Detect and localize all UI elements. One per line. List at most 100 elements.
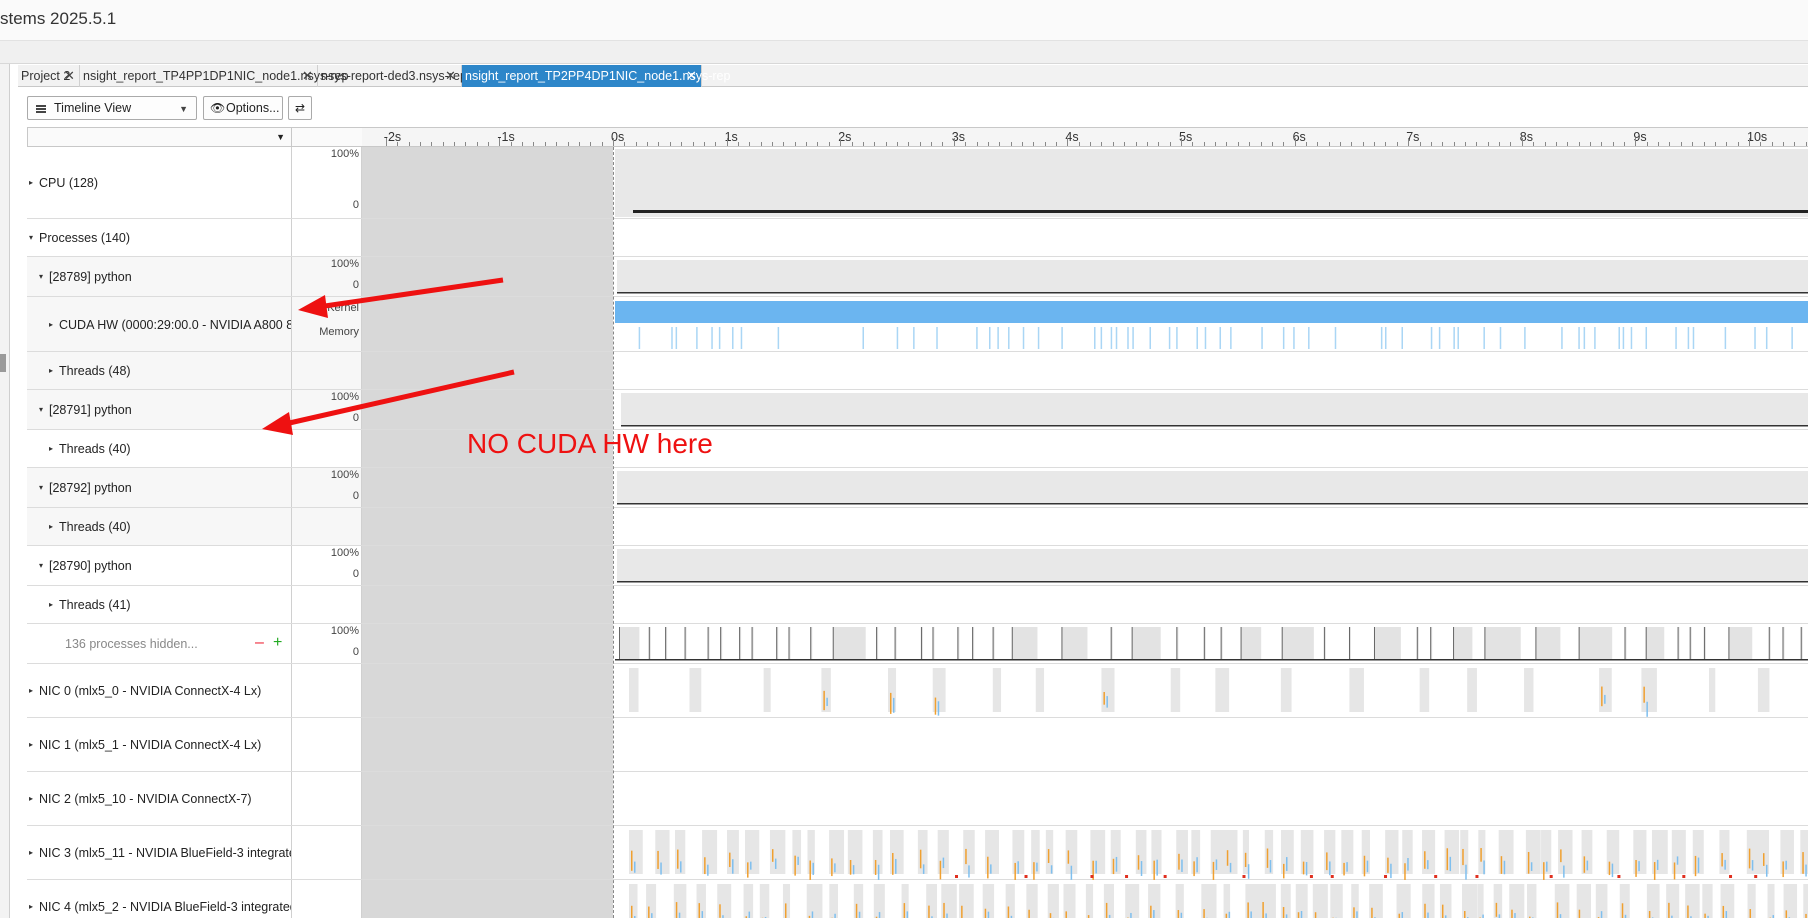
expand-arrow-icon[interactable]: ▸ <box>29 848 33 857</box>
swap-icon[interactable]: ⇄ <box>288 96 312 120</box>
ruler-tick <box>1215 142 1217 146</box>
collapse-arrow-icon[interactable]: ▾ <box>29 233 33 242</box>
ruler-tick <box>1544 142 1546 146</box>
nic-receive-mark <box>1390 863 1392 879</box>
timeline-row-p28789[interactable]: ▾ [28789] python 100% 0 <box>27 257 1808 297</box>
time-ruler[interactable]: -2s -1s 0s 1s 2s 3s 4s 5s 6s 7s 8s 9s 10s <box>362 127 1808 147</box>
view-select-dropdown[interactable]: Timeline View ▼ <box>27 96 197 120</box>
ruler-tick <box>567 142 569 146</box>
nic-send-mark <box>1543 862 1545 882</box>
row-name-cell[interactable]: ▸ Threads (40) <box>27 430 292 467</box>
timeline-row-p28790[interactable]: ▾ [28790] python 100% 0 <box>27 546 1808 586</box>
row-lane[interactable] <box>362 257 1808 296</box>
timeline-row-threads48[interactable]: ▸ Threads (48) <box>27 352 1808 390</box>
expand-arrow-icon[interactable]: ▸ <box>49 600 53 609</box>
row-lane[interactable] <box>362 147 1808 218</box>
expand-arrow-icon[interactable]: ▸ <box>29 178 33 187</box>
timeline-row-nic4[interactable]: ▸ NIC 4 (mlx5_2 - NVIDIA BlueField-3 inte… <box>27 880 1808 918</box>
timeline-row-hidden[interactable]: 136 processes hidden... – +100% 0 <box>27 624 1808 664</box>
row-name-cell[interactable]: ▸ NIC 3 (mlx5_11 - NVIDIA BlueField-3 int… <box>27 826 292 879</box>
row-scale-cell <box>292 508 362 545</box>
timeline-row-cudahw[interactable]: ▸ CUDA HW (0000:29:00.0 - NVIDIA A800 80 K… <box>27 297 1808 352</box>
row-name-cell[interactable]: ▾ [28789] python <box>27 257 292 296</box>
tab-report-tp2pp4-active[interactable]: nsight_report_TP2PP4DP1NIC_node1.nsys-re… <box>462 65 730 87</box>
tab-report-tp4pp1[interactable]: nsight_report_TP4PP1DP1NIC_node1.nsys-re… <box>80 65 348 87</box>
row-lane[interactable] <box>362 664 1808 717</box>
nic-traffic-block <box>1760 830 1770 874</box>
row-lane[interactable] <box>362 586 1808 623</box>
close-icon[interactable]: ✕ <box>64 65 75 87</box>
row-lane[interactable] <box>362 508 1808 545</box>
timeline-row-p28792[interactable]: ▾ [28792] python 100% 0 <box>27 468 1808 508</box>
tab-report-ded3[interactable]: nsys-report-ded3.nsys-rep ✕ <box>318 65 467 87</box>
row-lane[interactable] <box>362 880 1808 918</box>
timeline-row-nic2[interactable]: ▸ NIC 2 (mlx5_10 - NVIDIA ConnectX-7) <box>27 772 1808 826</box>
row-name-cell[interactable]: ▸ CUDA HW (0000:29:00.0 - NVIDIA A800 80 <box>27 297 292 351</box>
row-lane[interactable] <box>362 826 1808 885</box>
plus-icon[interactable]: + <box>273 634 282 652</box>
row-lane[interactable] <box>362 772 1808 825</box>
row-lane[interactable] <box>362 546 1808 585</box>
lane-graphic <box>362 352 1808 390</box>
row-name-cell[interactable]: ▸ Threads (48) <box>27 352 292 389</box>
expand-arrow-icon[interactable]: ▸ <box>49 522 53 531</box>
chevron-down-icon[interactable]: ▼ <box>276 132 285 142</box>
nic-receive-mark <box>680 861 682 873</box>
row-name-cell[interactable]: ▸ Threads (41) <box>27 586 292 623</box>
row-name-cell[interactable]: ▸ NIC 4 (mlx5_2 - NVIDIA BlueField-3 inte… <box>27 880 292 918</box>
hidden-process-edge <box>1240 627 1242 659</box>
tab-project-2[interactable]: Project 2 ✕ <box>18 65 80 87</box>
row-scale-cell: 100% 0 <box>292 468 362 507</box>
row-lane[interactable] <box>362 390 1808 429</box>
row-name-cell[interactable]: ▾ Processes (140) <box>27 219 292 256</box>
nic-send-mark <box>1601 686 1603 707</box>
timeline-row-threads41[interactable]: ▸ Threads (41) <box>27 586 1808 624</box>
tree-header[interactable]: ▼ <box>27 127 292 147</box>
timeline-row-nic0[interactable]: ▸ NIC 0 (mlx5_0 - NVIDIA ConnectX-4 Lx) <box>27 664 1808 718</box>
expand-arrow-icon[interactable]: ▸ <box>29 794 33 803</box>
minus-icon[interactable]: – <box>255 634 264 652</box>
nic-traffic-block <box>1599 668 1612 712</box>
timeline-row-threads40b[interactable]: ▸ Threads (40) <box>27 508 1808 546</box>
process-utilization-area <box>617 260 1808 293</box>
collapse-arrow-icon[interactable]: ▾ <box>39 561 43 570</box>
expand-arrow-icon[interactable]: ▸ <box>49 320 53 329</box>
timeline-row-processes[interactable]: ▾ Processes (140) <box>27 219 1808 257</box>
expand-arrow-icon[interactable]: ▸ <box>29 686 33 695</box>
row-lane[interactable] <box>362 718 1808 771</box>
timeline-row-nic1[interactable]: ▸ NIC 1 (mlx5_1 - NVIDIA ConnectX-4 Lx) <box>27 718 1808 772</box>
row-name-cell[interactable]: ▾ [28791] python <box>27 390 292 429</box>
row-name-cell[interactable]: ▸ NIC 0 (mlx5_0 - NVIDIA ConnectX-4 Lx) <box>27 664 292 717</box>
row-name-cell[interactable]: ▾ [28792] python <box>27 468 292 507</box>
row-lane[interactable] <box>362 624 1808 663</box>
row-name-cell[interactable]: ▾ [28790] python <box>27 546 292 585</box>
expand-arrow-icon[interactable]: ▸ <box>29 902 33 911</box>
collapse-arrow-icon[interactable]: ▾ <box>39 272 43 281</box>
timeline-row-threads40a[interactable]: ▸ Threads (40) <box>27 430 1808 468</box>
splitter-handle[interactable] <box>0 354 6 372</box>
row-lane[interactable] <box>362 468 1808 507</box>
row-name-cell[interactable]: ▸ CPU (128) <box>27 147 292 218</box>
nic-send-mark <box>1262 902 1264 918</box>
close-icon[interactable]: ✕ <box>686 65 697 87</box>
row-lane[interactable] <box>362 297 1808 351</box>
expand-arrow-icon[interactable]: ▸ <box>49 366 53 375</box>
row-lane[interactable] <box>362 352 1808 389</box>
row-lane[interactable] <box>362 219 1808 256</box>
options-button[interactable]: 👁 Options... <box>203 96 283 120</box>
collapse-arrow-icon[interactable]: ▾ <box>39 483 43 492</box>
timeline-row-p28791[interactable]: ▾ [28791] python 100% 0 <box>27 390 1808 430</box>
ruler-tick <box>578 142 580 146</box>
close-icon[interactable]: ✕ <box>445 65 456 87</box>
timeline-row-nic3[interactable]: ▸ NIC 3 (mlx5_11 - NVIDIA BlueField-3 int… <box>27 826 1808 885</box>
row-name-cell[interactable]: ▸ NIC 1 (mlx5_1 - NVIDIA ConnectX-4 Lx) <box>27 718 292 771</box>
collapse-arrow-icon[interactable]: ▾ <box>39 405 43 414</box>
row-name-cell[interactable]: 136 processes hidden... – + <box>27 624 292 663</box>
row-name-cell[interactable]: ▸ Threads (40) <box>27 508 292 545</box>
expand-arrow-icon[interactable]: ▸ <box>29 740 33 749</box>
expand-arrow-icon[interactable]: ▸ <box>49 444 53 453</box>
row-name-cell[interactable]: ▸ NIC 2 (mlx5_10 - NVIDIA ConnectX-7) <box>27 772 292 825</box>
timeline-row-cpu[interactable]: ▸ CPU (128) 100% 0 <box>27 147 1808 219</box>
close-icon[interactable]: ✕ <box>302 65 313 87</box>
ruler-tick <box>1374 142 1376 146</box>
